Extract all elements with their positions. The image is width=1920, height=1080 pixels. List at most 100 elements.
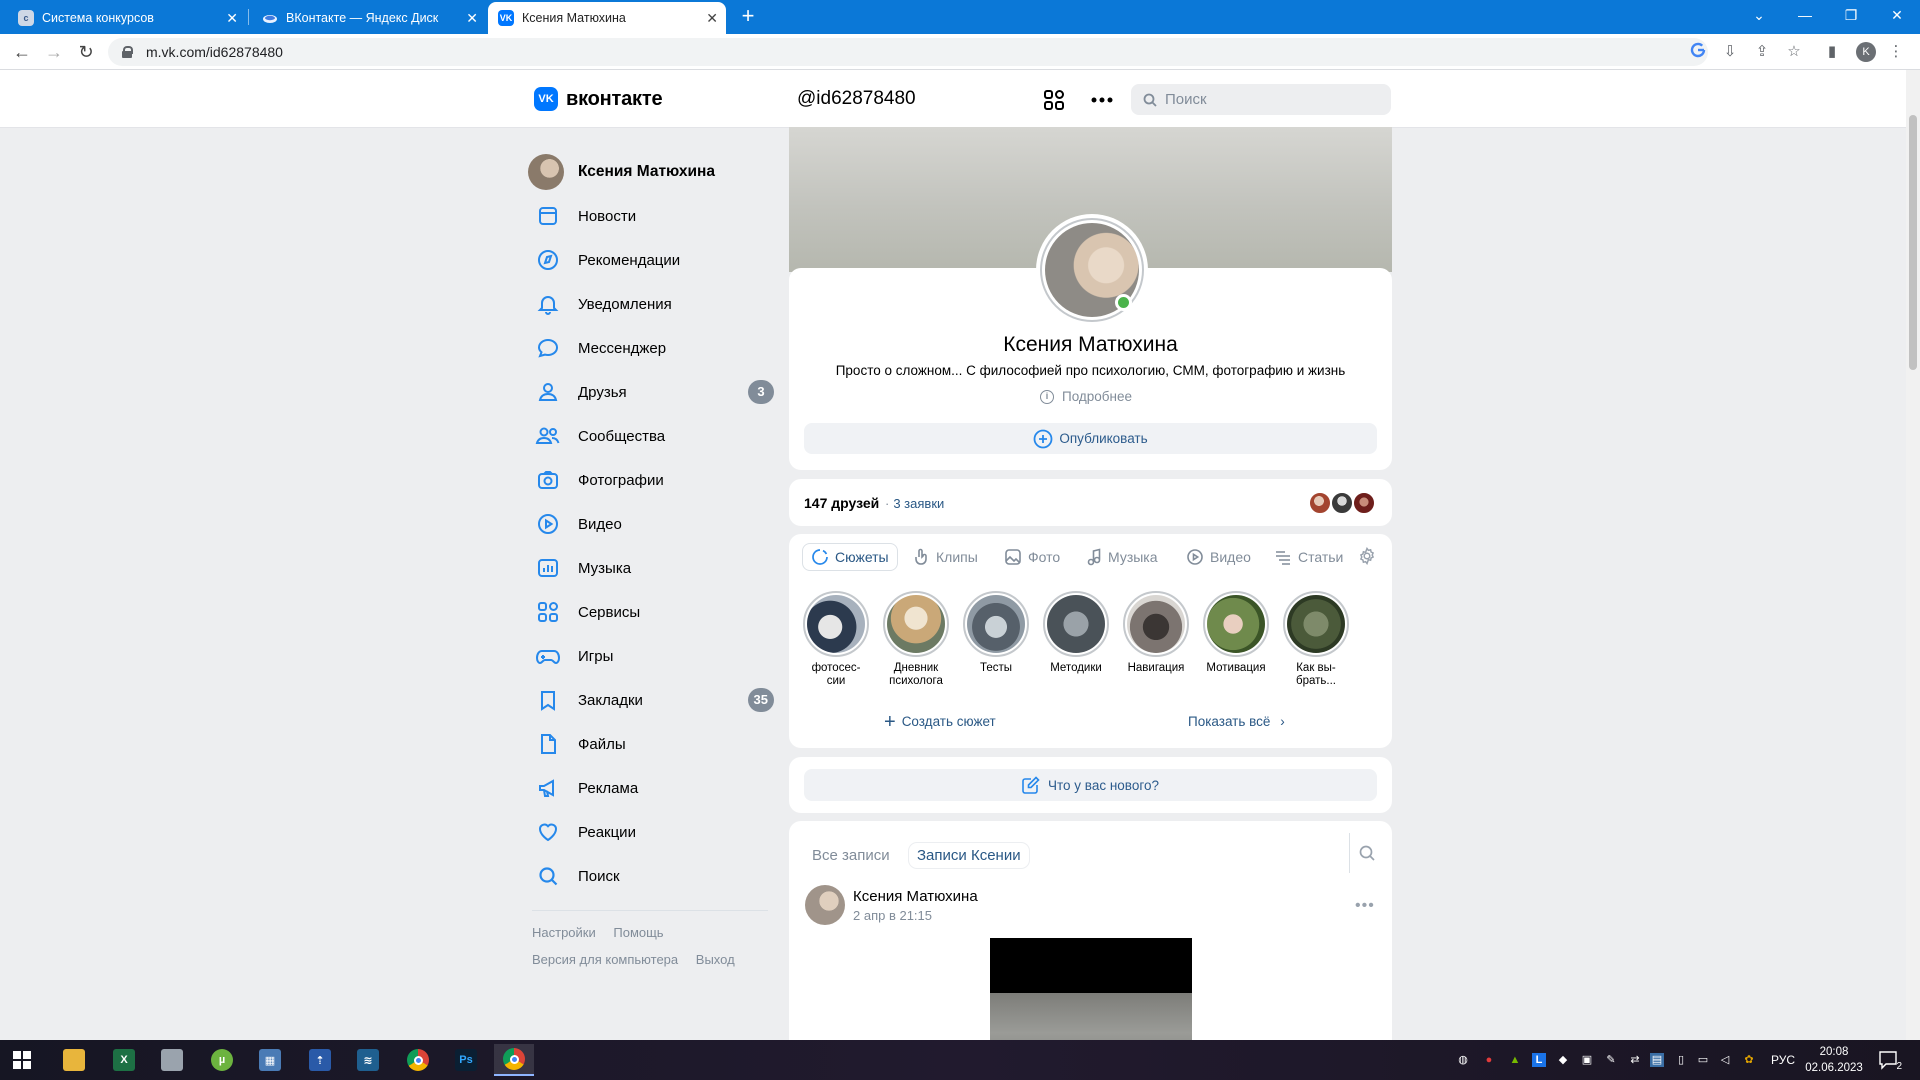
more-info-link[interactable]: i Подробнее	[1040, 389, 1132, 404]
post-author-name[interactable]: Ксения Матюхина	[853, 888, 978, 905]
profile-avatar[interactable]	[1036, 214, 1148, 326]
share-icon[interactable]: ⇪	[1752, 42, 1772, 62]
forward-button[interactable]: →	[42, 40, 66, 64]
taskbar-photoshop[interactable]: Ps	[446, 1044, 486, 1076]
tray-pen-icon[interactable]: ✎	[1604, 1053, 1618, 1067]
tray-color-icon[interactable]: ✿	[1742, 1053, 1756, 1067]
menu-item-communities[interactable]: Сообщества	[528, 414, 774, 458]
create-story-button[interactable]: + Создать сюжет	[884, 712, 996, 732]
menu-item-friends[interactable]: Друзья 3	[528, 370, 774, 414]
story-item[interactable]: фотосес-сии	[798, 591, 874, 688]
friend-request-avatar[interactable]	[1352, 491, 1376, 515]
menu-item-photos[interactable]: Фотографии	[528, 458, 774, 502]
menu-item-profile[interactable]: Ксения Матюхина	[528, 150, 774, 194]
menu-item-bookmarks[interactable]: Закладки 35	[528, 678, 774, 722]
browser-profile-avatar[interactable]: K	[1856, 42, 1876, 62]
story-item[interactable]: Методики	[1038, 591, 1114, 675]
scrollbar-thumb[interactable]	[1909, 115, 1917, 370]
menu-item-reactions[interactable]: Реакции	[528, 810, 774, 854]
install-app-icon[interactable]: ⇩	[1720, 42, 1740, 62]
tray-keyboard-icon[interactable]: ▤	[1650, 1053, 1664, 1067]
restore-window-button[interactable]: ❐	[1828, 0, 1874, 30]
tab-articles[interactable]: Статьи	[1266, 543, 1351, 571]
side-panel-icon[interactable]: ▮	[1822, 42, 1842, 62]
tab-stories[interactable]: Сюжеты	[802, 543, 898, 571]
tray-wifi-icon[interactable]: ▭	[1696, 1053, 1710, 1067]
taskbar-calculator[interactable]: ▦	[250, 1044, 290, 1076]
post-more-dots-icon[interactable]: •••	[1355, 897, 1375, 915]
menu-item-messenger[interactable]: Мессенджер	[528, 326, 774, 370]
wall-search-icon[interactable]	[1358, 844, 1376, 866]
close-tab-icon[interactable]: ✕	[226, 10, 238, 26]
taskbar-explorer[interactable]	[54, 1044, 94, 1076]
windows-start-button[interactable]	[2, 1044, 42, 1076]
story-item[interactable]: Мотивация	[1198, 591, 1274, 675]
menu-item-notifications[interactable]: Уведомления	[528, 282, 774, 326]
taskbar-chrome[interactable]	[398, 1044, 438, 1076]
friends-count[interactable]: 147 друзей	[804, 495, 879, 511]
taskbar-scanner[interactable]: ⇡	[300, 1044, 340, 1076]
address-bar[interactable]: m.vk.com/id62878480	[108, 38, 1708, 66]
menu-item-services[interactable]: Сервисы	[528, 590, 774, 634]
back-button[interactable]: ←	[10, 40, 34, 64]
friend-requests-link[interactable]: · 3 заявки	[885, 496, 944, 511]
menu-item-music[interactable]: Музыка	[528, 546, 774, 590]
story-item[interactable]: Тесты	[958, 591, 1034, 675]
google-translate-icon[interactable]	[1688, 42, 1708, 62]
tab-all-posts[interactable]: Все записи	[804, 843, 898, 868]
tray-network-drive-icon[interactable]: ◍	[1456, 1053, 1470, 1067]
vk-search-input[interactable]: Поиск	[1131, 84, 1391, 115]
story-item[interactable]: Как вы-брать...	[1278, 591, 1354, 688]
browser-tab-yandex-disk[interactable]: ВКонтакте — Яндекс Диск ✕	[252, 2, 486, 34]
menu-item-video[interactable]: Видео	[528, 502, 774, 546]
bookmark-star-icon[interactable]: ☆	[1784, 42, 1804, 62]
reload-button[interactable]: ↻	[74, 40, 98, 64]
gear-icon[interactable]	[1358, 546, 1376, 569]
new-tab-button[interactable]: +	[736, 5, 760, 29]
tab-clips[interactable]: Клипы	[906, 543, 986, 571]
taskbar-printer[interactable]	[152, 1044, 192, 1076]
lock-icon[interactable]	[122, 46, 133, 58]
story-item[interactable]: Навигация	[1118, 591, 1194, 675]
taskbar-excel[interactable]: X	[104, 1044, 144, 1076]
tab-video[interactable]: Видео	[1178, 543, 1259, 571]
page-scrollbar[interactable]	[1906, 70, 1920, 1040]
more-dots-icon[interactable]	[1090, 88, 1114, 112]
show-all-stories-link[interactable]: Показать всё ›	[1188, 714, 1285, 729]
tray-dropbox-icon[interactable]: ◆	[1556, 1053, 1570, 1067]
tab-photos[interactable]: Фото	[996, 543, 1068, 571]
menu-item-search[interactable]: Поиск	[528, 854, 774, 898]
whats-new-button[interactable]: Что у вас нового?	[804, 769, 1377, 801]
tray-battery-icon[interactable]: ▯	[1674, 1053, 1688, 1067]
notification-center-icon[interactable]: 2	[1878, 1050, 1902, 1072]
taskbar-torrent[interactable]: µ	[202, 1044, 242, 1076]
tray-app-icon[interactable]: ▣	[1580, 1053, 1594, 1067]
tray-antivirus-icon[interactable]: ●	[1482, 1053, 1496, 1067]
logout-link[interactable]: Выход	[696, 952, 735, 967]
tab-search-chevron-icon[interactable]: ⌄	[1736, 0, 1782, 30]
friends-card[interactable]	[789, 479, 1392, 526]
close-tab-icon[interactable]: ✕	[706, 10, 718, 26]
menu-item-recommendations[interactable]: Рекомендации	[528, 238, 774, 282]
help-link[interactable]: Помощь	[613, 925, 663, 940]
browser-tab-contests[interactable]: c Система конкурсов ✕	[8, 2, 246, 34]
browser-tab-vk-profile[interactable]: VK Ксения Матюхина ✕	[488, 2, 726, 34]
menu-item-files[interactable]: Файлы	[528, 722, 774, 766]
story-item[interactable]: Дневник психолога	[878, 591, 954, 688]
services-grid-icon[interactable]	[1042, 88, 1066, 112]
friend-request-avatar[interactable]	[1330, 491, 1354, 515]
menu-item-games[interactable]: Игры	[528, 634, 774, 678]
vk-logo[interactable]: VK вконтакте	[534, 87, 663, 111]
tray-app-l-icon[interactable]: L	[1532, 1053, 1546, 1067]
tray-nvidia-icon[interactable]: ▲	[1508, 1053, 1522, 1067]
tab-own-posts[interactable]: Записи Ксении	[909, 843, 1029, 868]
publish-button[interactable]: Опубликовать	[804, 423, 1377, 454]
taskbar-chrome-active[interactable]	[494, 1044, 534, 1076]
desktop-version-link[interactable]: Версия для компьютера	[532, 952, 678, 967]
close-window-button[interactable]: ✕	[1874, 0, 1920, 30]
tray-language[interactable]: РУС	[1771, 1053, 1795, 1067]
post-author-avatar[interactable]	[805, 885, 845, 925]
taskbar-app[interactable]: ≋	[348, 1044, 388, 1076]
post-date[interactable]: 2 апр в 21:15	[853, 908, 932, 923]
minimize-window-button[interactable]: —	[1782, 0, 1828, 30]
